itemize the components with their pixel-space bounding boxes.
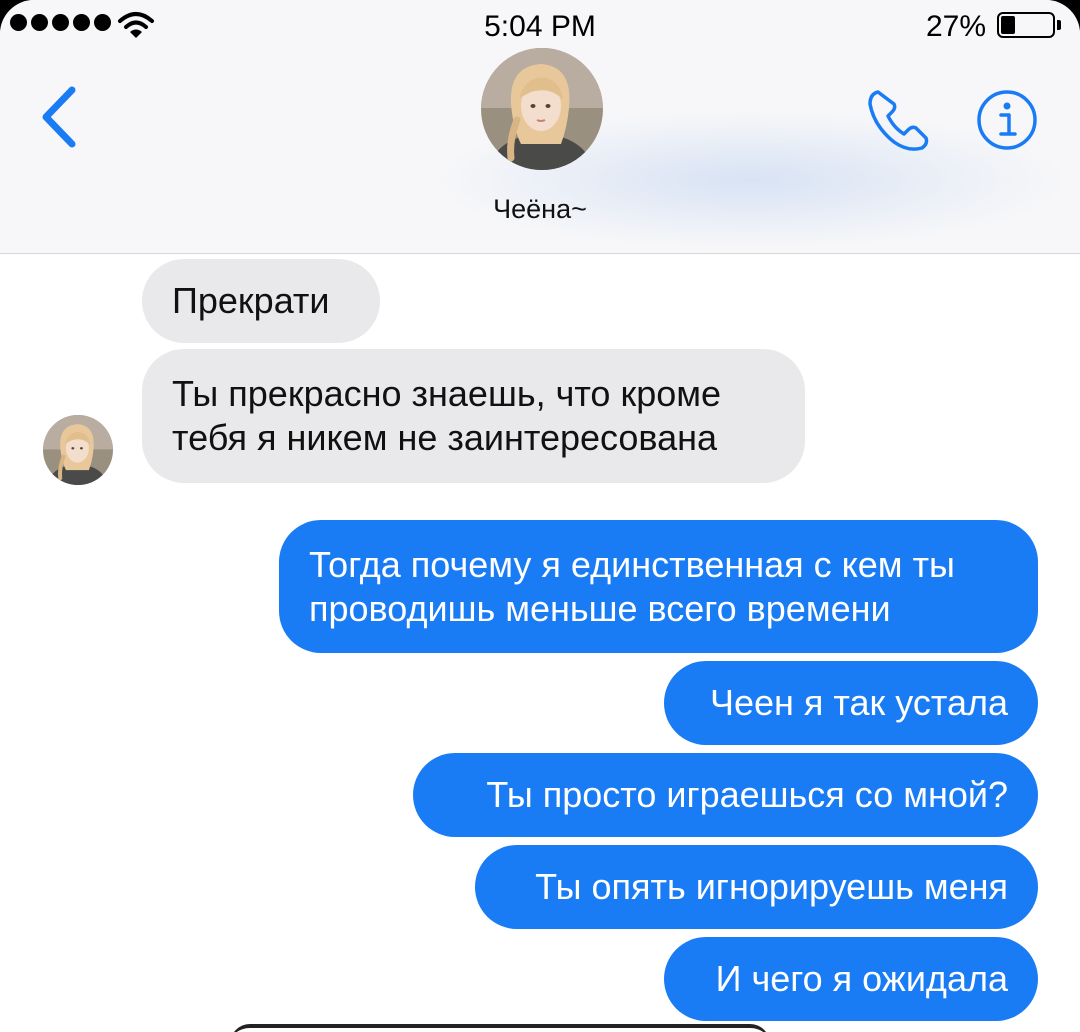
- sent-message: Ты просто играешься со мной?: [413, 753, 1038, 837]
- message-text: Ты опять игнорируешь меня: [535, 866, 1008, 907]
- battery-percent: 27%: [926, 10, 987, 43]
- sent-message: И чего я ожидала: [664, 937, 1038, 1021]
- chevron-left-icon[interactable]: [34, 82, 84, 152]
- message-text: И чего я ожидала: [715, 958, 1008, 999]
- message-text: Ты просто играешься со мной?: [486, 774, 1008, 815]
- phone-icon[interactable]: [864, 86, 934, 156]
- message-text: Ты прекрасно знаешь, что кроме тебя я ни…: [172, 372, 721, 460]
- message-line: Ты прекрасно знаешь, что кроме: [172, 373, 722, 414]
- battery-tip: [1057, 20, 1061, 30]
- battery-icon: [997, 12, 1055, 38]
- received-message: Прекрати: [142, 259, 380, 343]
- message-line: тебя я никем не заинтересована: [172, 417, 718, 458]
- contact-avatar-image: [481, 48, 603, 170]
- sender-avatar[interactable]: [43, 415, 113, 485]
- info-icon[interactable]: [975, 88, 1039, 152]
- sent-message: Тогда почему я единственная с кем ты про…: [279, 520, 1038, 653]
- input-bar-edge: [230, 1024, 770, 1032]
- contact-name[interactable]: Чеёна~: [0, 194, 1080, 225]
- received-message: Ты прекрасно знаешь, что кроме тебя я ни…: [142, 349, 805, 483]
- status-bar: 5:04 PM 27%: [0, 0, 1080, 52]
- chat-header: 5:04 PM 27% Чеёна~: [0, 0, 1080, 254]
- chat-screen: 5:04 PM 27% Чеёна~ Прекрати Ты прекрасно…: [0, 0, 1080, 1032]
- message-text: Тогда почему я единственная с кем ты про…: [309, 543, 955, 631]
- sent-message: Ты опять игнорируешь меня: [475, 845, 1038, 929]
- message-line: проводишь меньше всего времени: [309, 587, 891, 629]
- message-text: Чеен я так устала: [709, 682, 1008, 723]
- status-time: 5:04 PM: [484, 10, 596, 43]
- sender-avatar-image: [43, 415, 113, 485]
- message-text: Прекрати: [172, 280, 330, 321]
- contact-avatar[interactable]: [481, 48, 603, 170]
- sent-message: Чеен я так устала: [664, 661, 1038, 745]
- message-line: Тогда почему я единственная с кем ты: [309, 543, 955, 585]
- battery-level-fill: [1001, 16, 1015, 34]
